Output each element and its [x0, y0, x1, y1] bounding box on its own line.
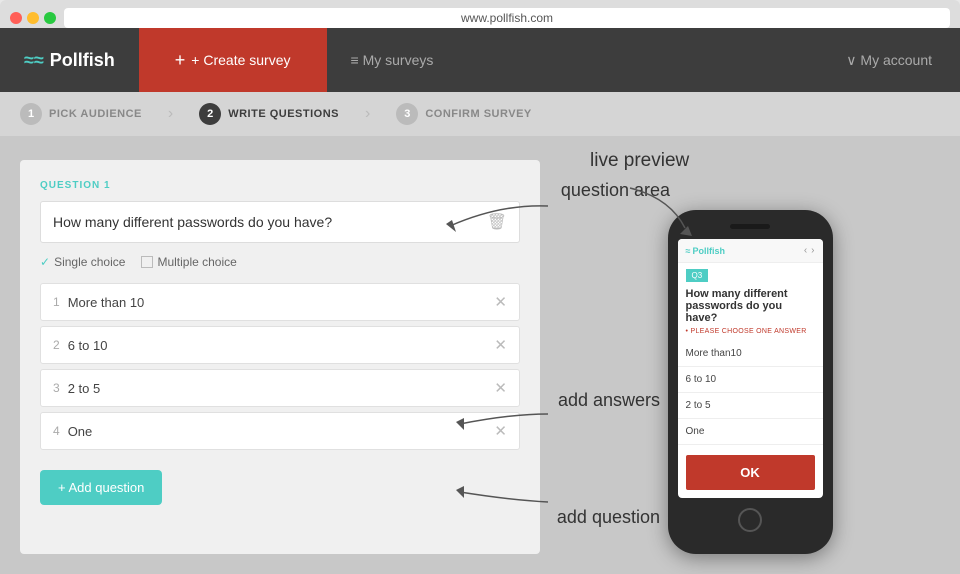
answer-row: 2 6 to 10 ✕: [40, 326, 520, 364]
annotation-add-question-arrow: [440, 472, 550, 512]
phone-back-icon[interactable]: ‹: [804, 245, 807, 256]
traffic-light-green: [44, 12, 56, 24]
live-preview-label: live preview: [590, 150, 689, 172]
my-account-label: ∨ My account: [846, 52, 932, 69]
step-3-circle: 3: [396, 103, 418, 125]
traffic-light-yellow: [27, 12, 39, 24]
step-1-label: PICK AUDIENCE: [49, 108, 142, 120]
phone-please: • PLEASE CHOOSE ONE ANSWER: [678, 328, 823, 341]
plus-icon: +: [175, 50, 186, 71]
phone-logo-text: Pollfish: [692, 246, 725, 256]
multiple-choice-option[interactable]: Multiple choice: [141, 255, 236, 269]
answer-remove-icon[interactable]: ✕: [494, 293, 507, 311]
top-nav: ≈≈ Pollfish + + Create survey ≡ My surve…: [0, 28, 960, 92]
browser-chrome: www.pollfish.com: [0, 0, 960, 28]
nav-logo: ≈≈ Pollfish: [0, 28, 139, 92]
answer-num: 1: [53, 295, 60, 309]
steps-bar: 1 PICK AUDIENCE › 2 WRITE QUESTIONS › 3 …: [0, 92, 960, 136]
phone-mockup: ≈ Pollfish ‹ › Q3 How many different pas…: [668, 210, 833, 554]
answer-text: More than 10: [68, 295, 495, 310]
phone-forward-icon[interactable]: ›: [811, 245, 814, 256]
step-arrow-1: ›: [168, 105, 173, 123]
phone-wave-icon: ≈: [686, 246, 691, 256]
answer-num: 2: [53, 338, 60, 352]
answer-row: 3 2 to 5 ✕: [40, 369, 520, 407]
question-text: How many different passwords do you have…: [53, 214, 487, 230]
main-content: QUESTION 1 How many different passwords …: [0, 136, 960, 574]
traffic-lights: [10, 12, 56, 24]
annotation-question-area-arrow: [430, 196, 550, 246]
step-2-label: WRITE QUESTIONS: [228, 108, 339, 120]
create-survey-label: + Create survey: [191, 52, 290, 68]
answer-row: 1 More than 10 ✕: [40, 283, 520, 321]
phone-header: ≈ Pollfish ‹ ›: [678, 239, 823, 263]
step-3[interactable]: 3 CONFIRM SURVEY: [380, 103, 547, 125]
answer-num: 4: [53, 424, 60, 438]
question-panel: QUESTION 1 How many different passwords …: [20, 160, 540, 554]
waveform-icon: ≈≈: [24, 50, 44, 71]
phone-answer-4[interactable]: One: [678, 419, 823, 445]
checkmark-icon: ✓: [40, 255, 50, 269]
choice-types: ✓ Single choice Multiple choice: [40, 255, 520, 269]
logo-text: Pollfish: [50, 50, 115, 71]
question-label: QUESTION 1: [40, 180, 520, 191]
add-question-button[interactable]: + Add question: [40, 470, 162, 505]
phone-answer-2[interactable]: 6 to 10: [678, 367, 823, 393]
answer-remove-icon[interactable]: ✕: [494, 336, 507, 354]
single-choice-option[interactable]: ✓ Single choice: [40, 255, 125, 269]
create-survey-button[interactable]: + + Create survey: [139, 28, 327, 92]
step-arrow-2: ›: [365, 105, 370, 123]
answer-text: One: [68, 424, 495, 439]
phone-home-button[interactable]: [738, 508, 762, 532]
step-2[interactable]: 2 WRITE QUESTIONS: [183, 103, 355, 125]
step-1[interactable]: 1 PICK AUDIENCE: [20, 103, 158, 125]
answer-remove-icon[interactable]: ✕: [494, 379, 507, 397]
annotation-add-answers-arrow: [440, 404, 550, 444]
phone-nav: ‹ ›: [804, 245, 815, 256]
phone-logo: ≈ Pollfish: [686, 246, 725, 256]
step-3-label: CONFIRM SURVEY: [425, 108, 531, 120]
answer-text: 2 to 5: [68, 381, 495, 396]
preview-section: live preview ≈ Pollfish ‹ ›: [560, 160, 940, 554]
phone-screen: ≈ Pollfish ‹ › Q3 How many different pas…: [678, 239, 823, 498]
phone-ok-button[interactable]: OK: [686, 455, 815, 490]
phone-speaker: [730, 224, 770, 229]
address-bar[interactable]: www.pollfish.com: [64, 8, 950, 28]
answer-text: 6 to 10: [68, 338, 495, 353]
my-surveys-button[interactable]: ≡ My surveys: [327, 28, 458, 92]
traffic-light-red: [10, 12, 22, 24]
answer-num: 3: [53, 381, 60, 395]
my-account-button[interactable]: ∨ My account: [818, 28, 960, 92]
phone-answer-3[interactable]: 2 to 5: [678, 393, 823, 419]
step-2-circle: 2: [199, 103, 221, 125]
step-1-circle: 1: [20, 103, 42, 125]
live-preview-arrow: [620, 178, 700, 238]
multiple-choice-label: Multiple choice: [157, 255, 236, 269]
single-choice-label: Single choice: [54, 255, 125, 269]
checkbox-sq-icon: [141, 256, 153, 268]
phone-answer-1[interactable]: More than10: [678, 341, 823, 367]
phone-q-text: How many different passwords do you have…: [678, 284, 823, 328]
my-surveys-label: ≡ My surveys: [351, 52, 434, 68]
app: ≈≈ Pollfish + + Create survey ≡ My surve…: [0, 28, 960, 574]
phone-q-num-badge: Q3: [686, 269, 709, 282]
